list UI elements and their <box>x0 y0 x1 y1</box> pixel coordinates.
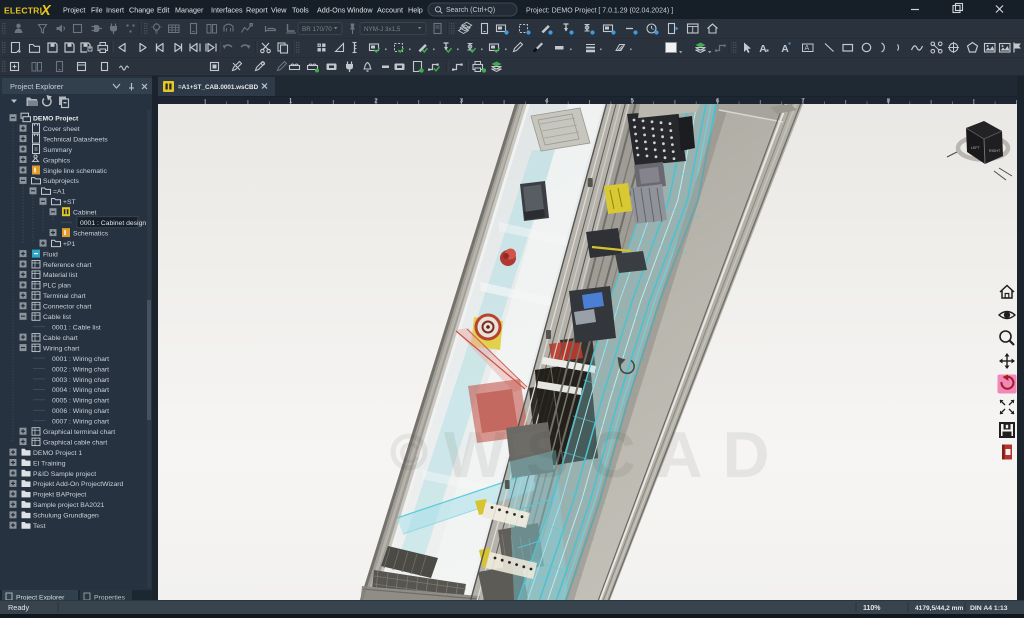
svg-text:0006 : Wiring chart: 0006 : Wiring chart <box>52 408 109 415</box>
svg-text:Summary: Summary <box>43 147 73 154</box>
svg-text:RIGHT: RIGHT <box>989 149 1001 153</box>
svg-text:=A1: =A1 <box>53 189 66 196</box>
svg-text:Cabinet: Cabinet <box>73 210 97 217</box>
svg-text:ELECTRI: ELECTRI <box>4 6 42 16</box>
svg-text:0003 : Wiring chart: 0003 : Wiring chart <box>52 377 109 384</box>
svg-text:Single line schematic: Single line schematic <box>43 168 107 175</box>
svg-text:Ready: Ready <box>8 603 29 612</box>
svg-text:Search (Ctrl+Q): Search (Ctrl+Q) <box>446 7 495 14</box>
svg-text:=A1+ST_CAB.0001.wsCBD: =A1+ST_CAB.0001.wsCBD <box>178 84 259 91</box>
svg-text:0001 : Cable list: 0001 : Cable list <box>52 325 101 332</box>
svg-text:BR 170/70: BR 170/70 <box>302 26 332 33</box>
svg-text:A: A <box>805 45 810 52</box>
svg-text:Graphics: Graphics <box>43 157 71 164</box>
svg-text:Project: Project <box>63 6 85 15</box>
svg-text:Wiring chart: Wiring chart <box>43 345 79 352</box>
svg-text:Subprojects: Subprojects <box>43 178 79 185</box>
svg-text:Technical Datasheets: Technical Datasheets <box>43 136 108 143</box>
svg-text:EI Training: EI Training <box>33 460 66 467</box>
svg-text:Cover sheet: Cover sheet <box>43 126 80 133</box>
svg-text:110%: 110% <box>863 605 881 612</box>
svg-text:0004 : Wiring chart: 0004 : Wiring chart <box>52 387 109 394</box>
svg-text:Insert: Insert <box>106 6 124 15</box>
svg-text:Cable list: Cable list <box>43 314 71 321</box>
svg-text:Help: Help <box>408 6 423 15</box>
svg-text:Reference chart: Reference chart <box>43 262 91 269</box>
svg-text:Projekt Add-On ProjectWizard: Projekt Add-On ProjectWizard <box>33 481 124 488</box>
svg-text:Edit: Edit <box>157 6 169 15</box>
svg-text:Interfaces: Interfaces <box>211 6 243 15</box>
svg-text:Test: Test <box>33 523 46 530</box>
svg-text:DEMO Project 1: DEMO Project 1 <box>33 450 82 457</box>
svg-text:Schulung Grundlagen: Schulung Grundlagen <box>33 513 99 520</box>
svg-text:Terminal chart: Terminal chart <box>43 293 86 300</box>
svg-text:Material list: Material list <box>43 272 77 279</box>
svg-text:Projekt BAProject: Projekt BAProject <box>33 492 86 499</box>
svg-text:Tools: Tools <box>292 6 309 15</box>
svg-text:0002 : Wiring chart: 0002 : Wiring chart <box>52 366 109 373</box>
svg-text:A: A <box>759 43 767 55</box>
svg-text:Cable chart: Cable chart <box>43 335 78 342</box>
svg-text:View: View <box>271 6 287 15</box>
svg-text:Schematics: Schematics <box>73 230 109 237</box>
svg-text:NYM-J 3x1,5: NYM-J 3x1,5 <box>364 26 401 33</box>
svg-text:0001 : Wiring chart: 0001 : Wiring chart <box>52 356 109 363</box>
svg-text:LEFT: LEFT <box>971 146 981 150</box>
svg-text:0007 : Wiring chart: 0007 : Wiring chart <box>52 419 109 426</box>
svg-text:File: File <box>91 6 103 15</box>
svg-text:Add-Ons: Add-Ons <box>317 6 346 15</box>
svg-text:PLC plan: PLC plan <box>43 283 71 290</box>
svg-text:4179,5/44,2 mm: 4179,5/44,2 mm <box>915 605 964 612</box>
svg-text:P&ID Sample project: P&ID Sample project <box>33 471 96 478</box>
svg-text:WSCAD: WSCAD <box>444 418 790 491</box>
svg-text:Project Explorer: Project Explorer <box>10 82 64 91</box>
svg-text:+ST: +ST <box>63 199 76 206</box>
svg-text:Fluid: Fluid <box>43 251 58 258</box>
svg-text:Report: Report <box>246 6 268 15</box>
svg-text:0005 : Wiring chart: 0005 : Wiring chart <box>52 398 109 405</box>
svg-text:DIN A4 1:13: DIN A4 1:13 <box>970 605 1008 612</box>
svg-text:Graphical cable chart: Graphical cable chart <box>43 439 107 446</box>
svg-text:A: A <box>781 43 789 55</box>
svg-text:+P1: +P1 <box>63 241 76 248</box>
svg-text:X: X <box>40 3 52 19</box>
svg-text:C: C <box>399 438 420 470</box>
svg-text:Connector chart: Connector chart <box>43 304 91 311</box>
svg-text:Window: Window <box>347 6 373 15</box>
svg-text:Account: Account <box>377 6 403 15</box>
svg-text:Project: DEMO Project [ 7.0.1: Project: DEMO Project [ 7.0.1.29 (02.04.… <box>526 8 673 15</box>
svg-text:Sample project BA2021: Sample project BA2021 <box>33 502 105 509</box>
svg-text:DEMO Project: DEMO Project <box>33 116 79 123</box>
svg-text:Graphical terminal chart: Graphical terminal chart <box>43 429 115 436</box>
svg-text:0001 : Cabinet design: 0001 : Cabinet design <box>80 220 146 227</box>
svg-text:Change: Change <box>129 6 154 15</box>
svg-text:Manager: Manager <box>175 6 204 15</box>
